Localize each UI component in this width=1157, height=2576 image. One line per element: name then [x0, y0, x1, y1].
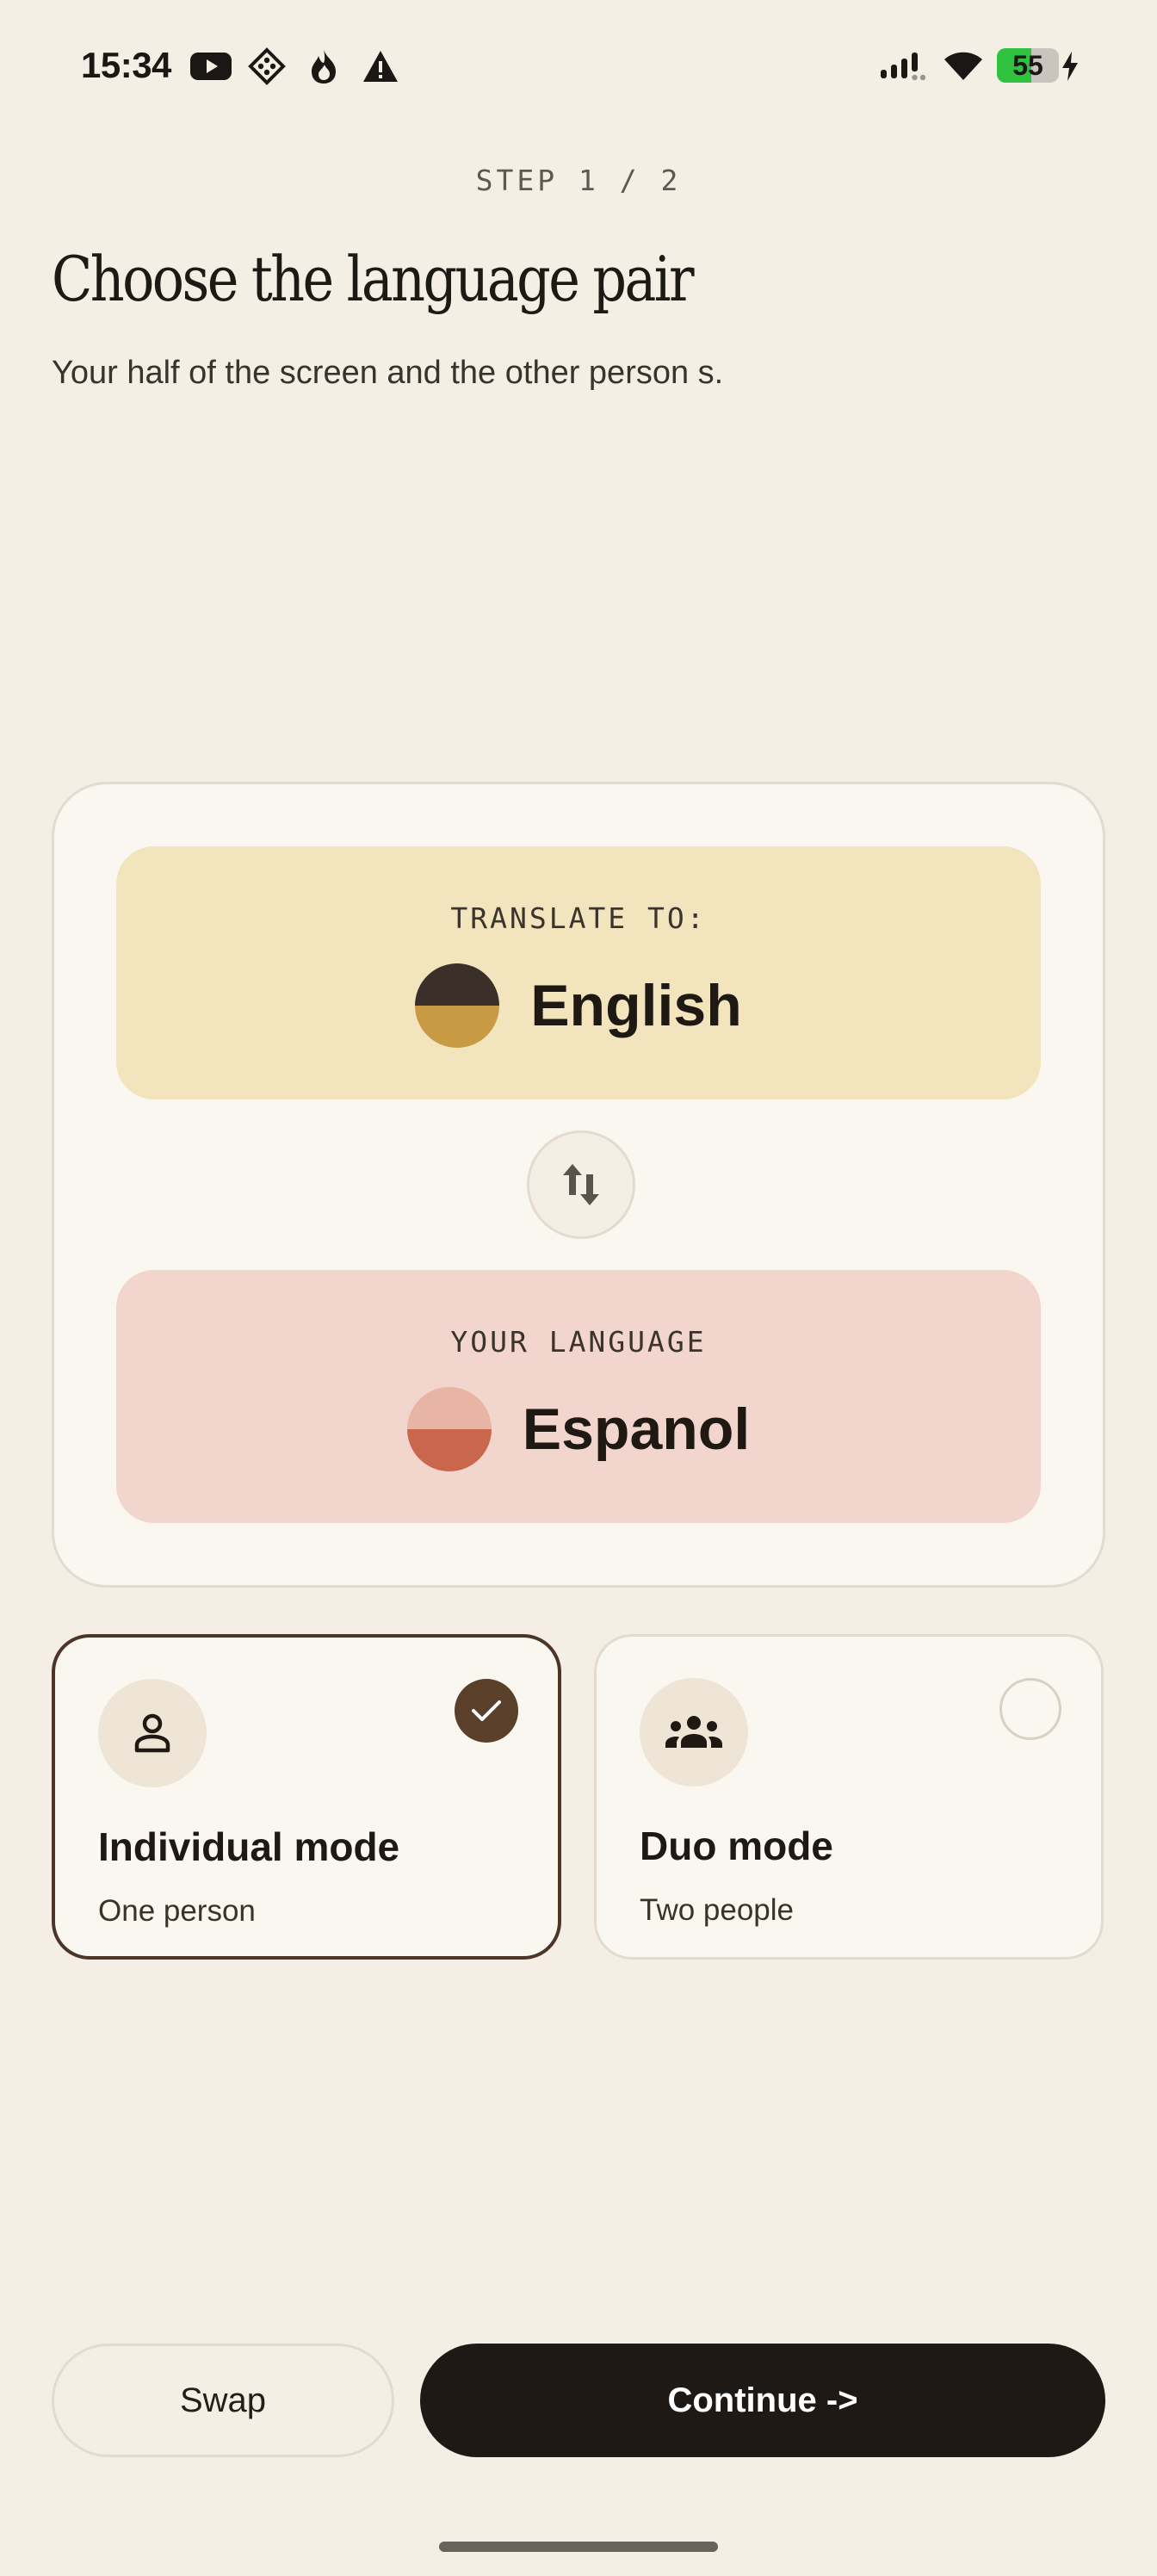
fire-icon: [306, 48, 341, 84]
battery-indicator: 55: [997, 48, 1059, 83]
step-indicator: STEP 1 / 2: [475, 164, 682, 197]
person-icon: [98, 1679, 207, 1787]
target-language-selector[interactable]: TRANSLATE TO: English: [116, 846, 1041, 1099]
individual-mode-subtitle: One person: [98, 1894, 256, 1928]
individual-mode-option[interactable]: Individual mode One person: [52, 1634, 561, 1960]
swap-vertical-icon: [563, 1164, 599, 1205]
status-bar: 15:34 55: [0, 0, 1157, 129]
status-time: 15:34: [81, 45, 171, 85]
page-subtitle: Your half of the screen and the other pe…: [52, 355, 724, 391]
wifi-icon: [942, 48, 985, 84]
youtube-icon: [189, 48, 232, 84]
swap-languages-button[interactable]: [527, 1130, 635, 1239]
target-language-name: English: [530, 973, 742, 1038]
language-pair-screen: 15:34 55 STEP 1 / 2 Choose the language …: [0, 0, 1157, 2576]
app-grid-icon: [246, 47, 288, 85]
continue-button[interactable]: Continue ->: [420, 2344, 1105, 2457]
warning-icon: [362, 48, 399, 84]
battery-level: 55: [1012, 50, 1043, 81]
charging-icon: [1061, 48, 1080, 84]
source-language-row: Espanol: [116, 1387, 1041, 1471]
source-language-selector[interactable]: YOUR LANGUAGE Espanol: [116, 1270, 1041, 1523]
individual-mode-title: Individual mode: [98, 1824, 400, 1869]
home-indicator[interactable]: [439, 2542, 718, 2552]
language-pair-card: TRANSLATE TO: English YOUR LANGUAGE Espa…: [52, 782, 1105, 1588]
group-icon: [640, 1678, 748, 1786]
selected-check-icon: [455, 1679, 518, 1743]
page-title: Choose the language pair: [52, 243, 695, 315]
target-language-row: English: [116, 963, 1041, 1048]
source-language-label: YOUR LANGUAGE: [450, 1325, 707, 1359]
swap-button[interactable]: Swap: [52, 2344, 394, 2457]
duo-mode-subtitle: Two people: [640, 1893, 795, 1927]
target-language-label: TRANSLATE TO:: [450, 901, 707, 935]
unselected-radio[interactable]: [999, 1678, 1061, 1740]
duo-mode-option[interactable]: Duo mode Two people: [594, 1634, 1104, 1960]
source-language-name: Espanol: [522, 1396, 751, 1462]
spanish-flag-icon: [406, 1387, 492, 1471]
signal-icon: [878, 48, 926, 84]
duo-mode-title: Duo mode: [640, 1824, 833, 1868]
english-flag-icon: [415, 963, 500, 1048]
